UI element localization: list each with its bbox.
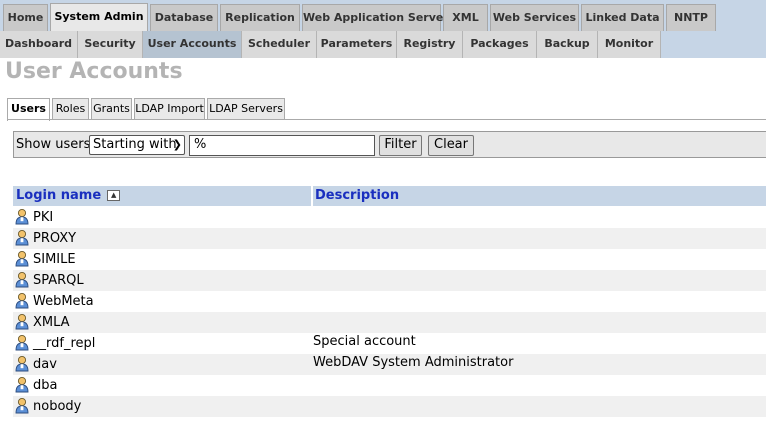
tab-grants[interactable]: Grants [91, 98, 132, 120]
login-name[interactable]: SPARQL [33, 273, 84, 289]
table-row[interactable]: SPARQL [13, 270, 766, 291]
table-row[interactable]: PROXY [13, 228, 766, 249]
menu-web-application-server[interactable]: Web Application Server [302, 4, 449, 31]
login-name-header[interactable]: Login name ▲ [16, 186, 121, 206]
table-row[interactable]: PKI [13, 207, 766, 228]
submenu-monitor[interactable]: Monitor [598, 31, 661, 58]
login-name[interactable]: dba [33, 378, 57, 394]
description: Special account [313, 334, 416, 349]
user-icon [14, 292, 30, 309]
submenu-dashboard[interactable]: Dashboard [0, 31, 78, 58]
show-users-label: Show users [16, 137, 91, 152]
match-mode-value: Starting with [93, 137, 177, 152]
page-title: User Accounts [5, 59, 183, 84]
login-name-header-label: Login name [16, 188, 102, 203]
column-separator [311, 186, 313, 206]
table-row[interactable]: WebMeta [13, 291, 766, 312]
login-name[interactable]: PROXY [33, 231, 76, 247]
submenu-registry[interactable]: Registry [397, 31, 463, 58]
user-icon [14, 208, 30, 225]
table-row[interactable]: SIMILE [13, 249, 766, 270]
tab-users[interactable]: Users [7, 98, 50, 121]
sub-menu: Dashboard Security User Accounts Schedul… [0, 31, 766, 58]
login-name[interactable]: __rdf_repl [33, 336, 95, 352]
user-icon [14, 250, 30, 267]
tab-divider [7, 119, 766, 120]
menu-system-admin[interactable]: System Admin [50, 3, 148, 31]
submenu-backup[interactable]: Backup [537, 31, 598, 58]
user-icon [14, 229, 30, 246]
table-row[interactable]: dav WebDAV System Administrator [13, 354, 766, 375]
tab-ldap-import[interactable]: LDAP Import [134, 98, 205, 120]
top-menu: Home System Admin Database Replication W… [0, 0, 766, 31]
login-name[interactable]: PKI [33, 210, 53, 226]
submenu-user-accounts[interactable]: User Accounts [143, 31, 242, 58]
match-mode-select[interactable]: Starting with ❯ [89, 135, 185, 155]
menu-linked-data[interactable]: Linked Data [581, 4, 664, 31]
chevron-down-icon: ❯ [172, 138, 182, 151]
menu-database[interactable]: Database [150, 4, 218, 31]
filter-bar: Show users Starting with ❯ % Filter Clea… [13, 131, 766, 158]
table-header: Login name ▲ Description [13, 186, 766, 206]
login-name[interactable]: XMLA [33, 315, 70, 331]
table-row[interactable]: nobody [13, 396, 766, 417]
user-icon [14, 313, 30, 330]
user-icon [14, 397, 30, 414]
login-name[interactable]: dav [33, 357, 57, 373]
login-name[interactable]: nobody [33, 399, 81, 415]
description: WebDAV System Administrator [313, 355, 514, 370]
filter-button[interactable]: Filter [379, 135, 422, 156]
clear-button[interactable]: Clear [428, 135, 474, 156]
submenu-packages[interactable]: Packages [463, 31, 537, 58]
table-row[interactable]: XMLA [13, 312, 766, 333]
menu-home[interactable]: Home [3, 4, 48, 31]
menu-nntp[interactable]: NNTP [666, 4, 716, 31]
menu-web-services[interactable]: Web Services [490, 4, 579, 31]
menu-replication[interactable]: Replication [220, 4, 300, 31]
tab-ldap-servers[interactable]: LDAP Servers [207, 98, 285, 120]
user-icon [14, 376, 30, 393]
table-row[interactable]: __rdf_repl Special account [13, 333, 766, 354]
login-name[interactable]: WebMeta [33, 294, 94, 310]
user-icon [14, 355, 30, 372]
submenu-parameters[interactable]: Parameters [317, 31, 397, 58]
login-name[interactable]: SIMILE [33, 252, 76, 268]
tab-roles[interactable]: Roles [52, 98, 89, 120]
user-icon [14, 271, 30, 288]
description-header[interactable]: Description [315, 186, 399, 206]
user-icon [14, 334, 30, 351]
sort-ascending-icon[interactable]: ▲ [107, 190, 121, 201]
table-row[interactable]: dba [13, 375, 766, 396]
submenu-scheduler[interactable]: Scheduler [242, 31, 317, 58]
menu-xml[interactable]: XML [443, 4, 488, 31]
filter-input[interactable]: % [189, 135, 375, 156]
submenu-security[interactable]: Security [78, 31, 143, 58]
